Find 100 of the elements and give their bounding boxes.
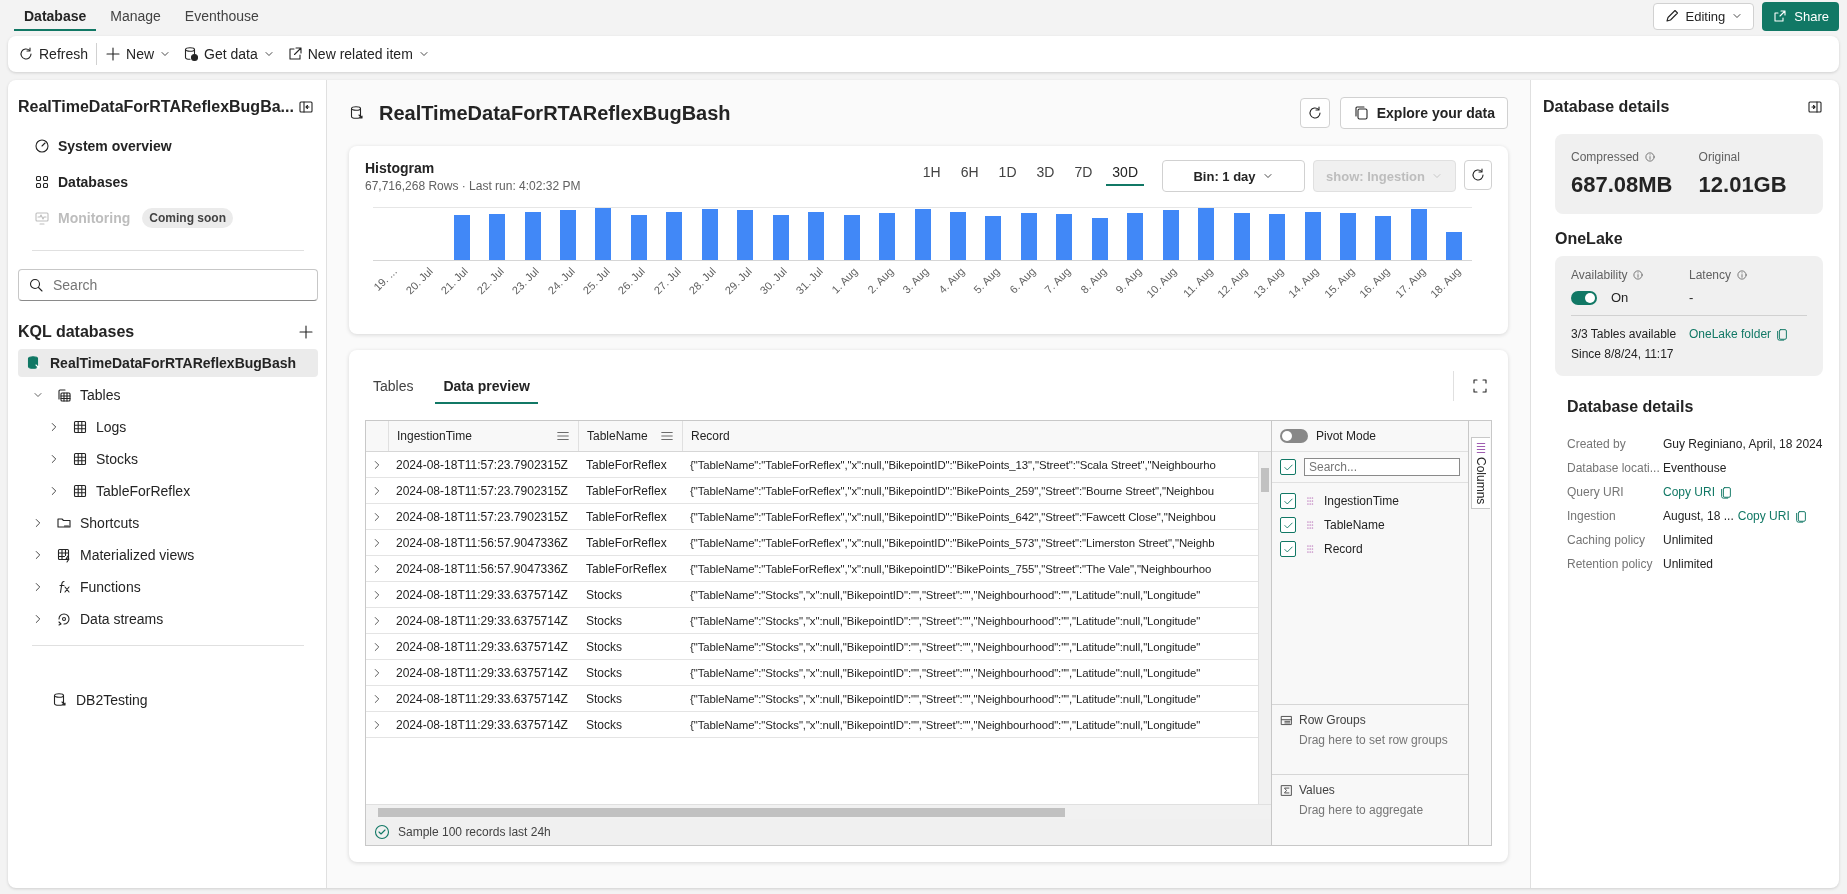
- axis-label: 5. Aug: [971, 265, 1002, 296]
- tree-item[interactable]: DB2Testing: [46, 686, 154, 714]
- page-title: RealTimeDataForRTAReflexBugBash: [379, 101, 732, 125]
- axis-label: 26. Jul: [616, 265, 648, 297]
- toggle-label: Pivot Mode: [1316, 429, 1377, 443]
- tree-item[interactable]: Materialized views: [50, 541, 201, 569]
- axis-label: 29. Jul: [722, 265, 754, 297]
- drop-zone-hint: Drag here to set row groups: [1299, 733, 1449, 747]
- table-cell-text: Stocks: [585, 613, 623, 628]
- axis-label: 7. Aug: [1042, 265, 1073, 296]
- table-cell-text: 2024-08-18T11:57:23.7902315Z: [395, 509, 569, 524]
- column-header[interactable]: TableName: [578, 421, 682, 451]
- search-field[interactable]: Search...: [1304, 458, 1460, 476]
- axis-label: 11. Aug: [1180, 265, 1215, 300]
- detail-label: Ingestion: [1567, 509, 1617, 523]
- axis-label: 30. Jul: [757, 265, 790, 297]
- table-cell-text: 2024-08-18T11:56:57.9047336Z: [395, 561, 569, 576]
- table-cell-text: TableForReflex: [585, 457, 668, 472]
- bin-dropdown[interactable]: Bin: 1 day: [1162, 160, 1305, 192]
- table-cell-text: TableForReflex: [585, 561, 668, 576]
- table-cell-text: {"TableName":"Stocks","x":null,"BikepointID":"","Street":"","Neighbourhood":"","Latitude":null,"Longitude": [689, 614, 1202, 627]
- panel-tab[interactable]: Tables: [365, 368, 422, 404]
- detail-label: Created by: [1567, 437, 1627, 451]
- detail-label: Database locati...: [1567, 461, 1661, 475]
- nav-item[interactable]: Databases: [30, 170, 133, 194]
- detail-value: Eventhouse: [1663, 461, 1727, 475]
- axis-label: 13. Aug: [1250, 265, 1286, 300]
- tree-item[interactable]: Logs: [66, 413, 133, 441]
- copy-link[interactable]: Copy URI: [1737, 509, 1790, 523]
- toolbar-button[interactable]: New: [99, 42, 178, 66]
- time-range-tab[interactable]: 1H: [916, 158, 947, 186]
- toolbar-button[interactable]: Get data: [177, 42, 281, 66]
- tree-item[interactable]: Shortcuts: [50, 509, 146, 537]
- time-range-tab[interactable]: 7D: [1068, 158, 1099, 186]
- table-cell-text: {"TableName":"TableForReflex","x":null,"BikepointID":"BikePoints_755","Street":"The Vale","Neighbourhoo: [689, 562, 1213, 575]
- stat-value: -: [1689, 290, 1695, 305]
- search-field[interactable]: Search: [18, 269, 318, 301]
- side-tab[interactable]: Columns: [1470, 437, 1490, 510]
- stat-label: Original: [1698, 150, 1740, 164]
- toggle-state: On: [1611, 290, 1629, 305]
- detail-value: Unlimited: [1663, 533, 1713, 547]
- time-range-tab[interactable]: 30D: [1106, 158, 1144, 186]
- axis-label: 10. Aug: [1144, 265, 1180, 300]
- toolbar-button[interactable]: Refresh: [12, 42, 95, 66]
- ribbon-tab[interactable]: Database: [14, 1, 97, 31]
- axis-label: 2. Aug: [865, 265, 896, 296]
- section-heading: KQL databases: [18, 323, 135, 341]
- axis-label: 18. Aug: [1427, 265, 1463, 300]
- detail-label: Caching policy: [1567, 533, 1647, 547]
- table-cell-text: Stocks: [585, 587, 623, 602]
- tree-item[interactable]: Functions: [50, 573, 147, 601]
- onelake-folder-link[interactable]: OneLake folder: [1689, 324, 1772, 344]
- axis-label: 23. Jul: [509, 265, 542, 297]
- ribbon-tab[interactable]: Eventhouse: [174, 1, 269, 31]
- axis-label: 19. ...: [371, 265, 400, 293]
- axis-label: 28. Jul: [686, 265, 719, 297]
- toolbar-button[interactable]: New related item: [280, 42, 436, 66]
- table-cell-text: Stocks: [585, 639, 623, 654]
- axis-label: 14. Aug: [1286, 265, 1321, 300]
- status-badge: Coming soon: [142, 208, 233, 228]
- detail-label: Retention policy: [1567, 557, 1654, 571]
- share-button[interactable]: Share: [1762, 1, 1839, 31]
- detail-value: Unlimited: [1663, 557, 1713, 571]
- tree-item[interactable]: TableForReflex: [66, 477, 197, 505]
- table-cell-text: 2024-08-18T11:57:23.7902315Z: [395, 457, 569, 472]
- tree-item[interactable]: Data streams: [50, 605, 170, 633]
- detail-label: Query URI: [1567, 485, 1625, 499]
- table-cell-text: 2024-08-18T11:29:33.6375714Z: [395, 587, 569, 602]
- time-range-tab[interactable]: 6H: [954, 158, 985, 186]
- tree-item[interactable]: RealTimeDataForRTAReflexBugBash: [18, 349, 318, 377]
- column-header[interactable]: IngestionTime: [388, 421, 578, 451]
- table-cell-text: {"TableName":"TableForReflex","x":null,"BikepointID":"BikePoints_642","Street":"Fawcett Close","Neighbou: [689, 510, 1217, 523]
- status-text: Sample 100 records last 24h: [398, 825, 551, 839]
- panel-title: Database details: [1543, 98, 1670, 116]
- tables-count: 3/3 Tables available: [1571, 326, 1678, 343]
- axis-label: 3. Aug: [900, 265, 931, 296]
- panel-tab[interactable]: Data preview: [435, 368, 538, 404]
- editing-dropdown[interactable]: Editing: [1652, 2, 1755, 30]
- tree-item[interactable]: Tables: [50, 381, 127, 409]
- workspace-title: RealTimeDataForRTAReflexBugBa...: [18, 98, 294, 116]
- column-name: IngestionTime: [1324, 494, 1399, 508]
- axis-label: 16. Aug: [1357, 265, 1392, 300]
- axis-label: 22. Jul: [474, 265, 506, 297]
- stat-label: Availability: [1571, 268, 1628, 282]
- axis-label: 9. Aug: [1113, 265, 1144, 296]
- axis-label: 24. Jul: [545, 265, 577, 297]
- ribbon-tab[interactable]: Manage: [100, 1, 171, 31]
- time-range-tab[interactable]: 3D: [1030, 158, 1061, 186]
- stat-value: 12.01GB: [1698, 172, 1788, 198]
- table-cell-text: 2024-08-18T11:29:33.6375714Z: [395, 691, 569, 706]
- table-cell-text: {"TableName":"TableForReflex","x":null,"BikepointID":"BikePoints_13","Street":"Scala Street","Neighbourho: [689, 458, 1217, 471]
- nav-item[interactable]: System overview: [30, 134, 176, 158]
- stat-label: Compressed: [1571, 150, 1640, 164]
- copy-link[interactable]: Copy URI: [1663, 485, 1715, 499]
- table-cell-text: 2024-08-18T11:29:33.6375714Z: [395, 717, 569, 732]
- tree-item[interactable]: Stocks: [66, 445, 144, 473]
- since-date: Since 8/8/24, 11:17: [1571, 346, 1675, 363]
- time-range-tab[interactable]: 1D: [992, 158, 1023, 186]
- explore-button[interactable]: Explore your data: [1339, 97, 1508, 129]
- detail-value: August, 18 ...: [1663, 509, 1734, 523]
